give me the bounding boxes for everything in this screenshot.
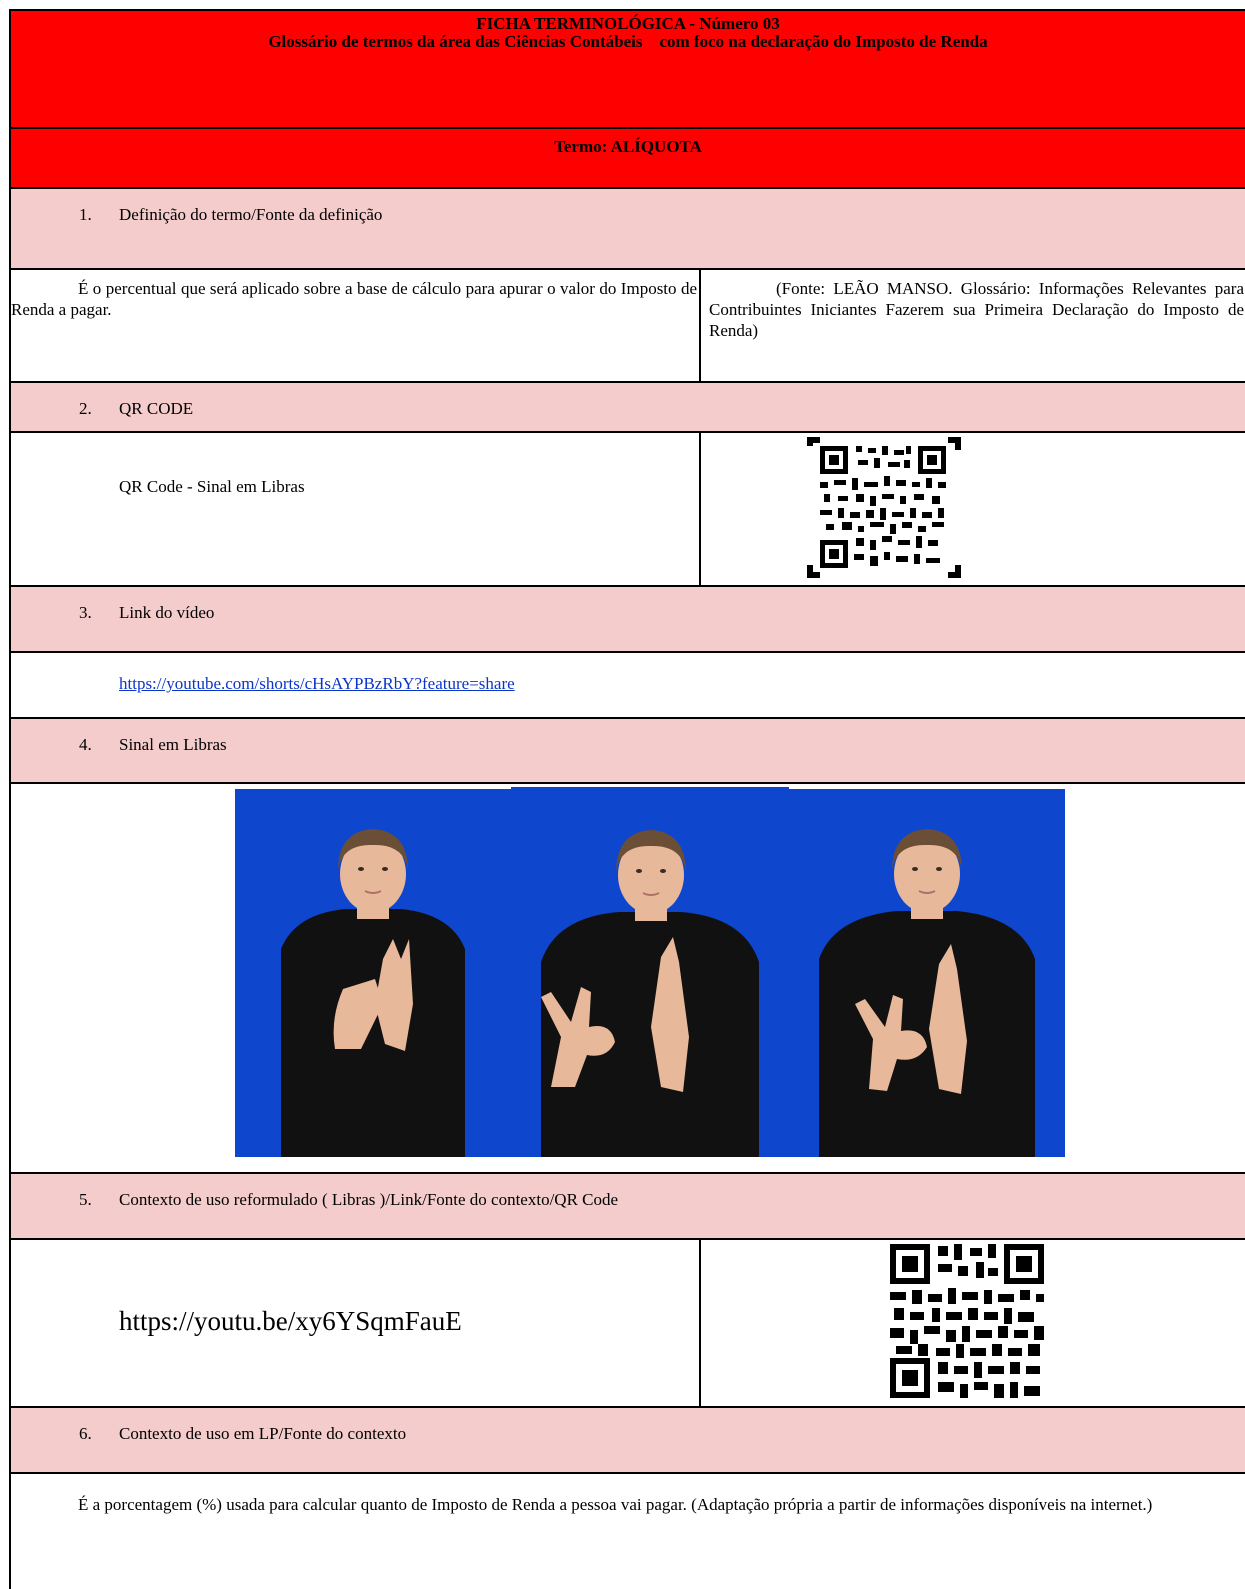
section-title: Definição do termo/Fonte da definição [119,205,383,224]
section-title: QR CODE [119,399,194,418]
section-number: 3. [79,603,92,622]
qr-row: QR Code - Sinal em Libras [9,431,1245,587]
sheet-title: FICHA TERMINOLÓGICA - Número 03 Glossári… [11,11,1245,51]
section-title: Contexto de uso reformulado ( Libras )/L… [119,1190,619,1209]
sign-photo-3 [789,789,1065,1157]
sheet-header: FICHA TERMINOLÓGICA - Número 03 Glossári… [9,9,1245,129]
section-title: Link do vídeo [119,603,215,622]
qr-label: QR Code - Sinal em Libras [119,477,305,496]
video-link-row: https://youtube.com/shorts/cHsAYPBzRbY?f… [9,651,1245,719]
section-header-2: 2. QR CODE [9,381,1245,433]
sign-photo-1 [235,789,511,1157]
section-number: 2. [79,399,92,418]
term-row: Termo: ALÍQUOTA [9,127,1245,189]
context-libras-link[interactable]: https://youtu.be/xy6YSqmFauE [119,1306,462,1337]
context-libras-row: https://youtu.be/xy6YSqmFauE [9,1238,1245,1408]
definition-source: (Fonte: LEÃO MANSO. Glossário: Informaçõ… [709,279,1244,340]
context-lp-text: É a porcentagem (%) usada para calcular … [78,1495,1153,1514]
section-number: 4. [79,735,92,754]
column-divider [699,270,701,383]
section-number: 1. [79,205,92,224]
title-line-2: Glossário de termos da área das Ciências… [268,32,988,51]
definition-row: É o percentual que será aplicado sobre a… [9,268,1245,383]
video-link[interactable]: https://youtube.com/shorts/cHsAYPBzRbY?f… [119,674,515,694]
section-title: Sinal em Libras [119,735,227,754]
section-number: 5. [79,1190,92,1209]
section-header-5: 5. Contexto de uso reformulado ( Libras )… [9,1172,1245,1240]
section-header-3: 3. Link do vídeo [9,585,1245,653]
term-label: Termo: ALÍQUOTA [554,137,702,156]
title-line-1: FICHA TERMINOLÓGICA - Número 03 [476,14,780,33]
column-divider [699,433,701,587]
qr-code-icon[interactable] [888,1242,1048,1402]
terminology-sheet: FICHA TERMINOLÓGICA - Número 03 Glossári… [9,9,1245,1589]
section-header-6: 6. Contexto de uso em LP/Fonte do context… [9,1406,1245,1474]
context-lp-row: É a porcentagem (%) usada para calcular … [9,1472,1245,1589]
section-header-4: 4. Sinal em Libras [9,717,1245,784]
section-number: 6. [79,1424,92,1443]
definition-text: É o percentual que será aplicado sobre a… [11,279,697,319]
sign-photo-2 [511,787,789,1157]
section-header-1: 1. Definição do termo/Fonte da definição [9,187,1245,270]
qr-code-icon[interactable] [806,436,962,579]
column-divider [699,1240,701,1408]
section-title: Contexto de uso em LP/Fonte do contexto [119,1424,407,1443]
sign-photos-row [9,782,1245,1174]
